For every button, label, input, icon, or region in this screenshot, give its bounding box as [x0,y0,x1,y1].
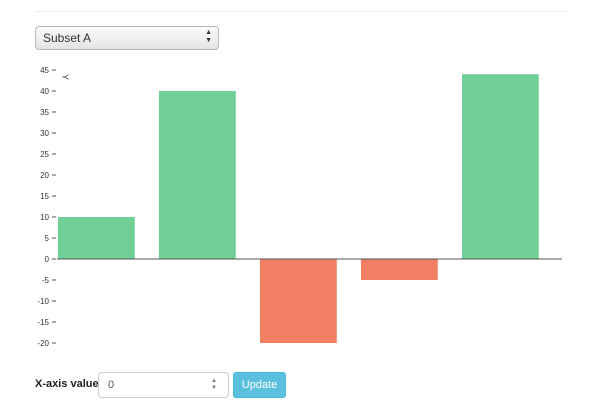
bar [159,91,236,259]
x-axis-value-label: X-axis value [35,378,99,390]
page: Subset A ▲ ▼ -20 -15 -10 -5 0 5 10 15 20 25 30 35 40 4… [0,0,600,400]
y-tick-label: 20 [40,171,49,180]
y-tick-label: 35 [40,108,49,117]
subset-select-value: Subset A [43,31,92,45]
y-tick-label: 10 [40,213,49,222]
y-tick-label: 40 [40,87,49,96]
bar [361,259,438,280]
updown-arrows-icon: ▲ ▼ [205,29,212,44]
y-tick-label: 15 [40,192,49,201]
y-tick-label: -5 [42,276,50,285]
y-tick-label: -10 [37,297,49,306]
x-axis-value-input[interactable] [98,372,229,398]
y-tick-label: 30 [40,129,49,138]
bar [260,259,337,343]
y-tick-label: 25 [40,150,49,159]
bar-chart: -20 -15 -10 -5 0 5 10 15 20 25 30 35 40 45 Y [37,66,562,348]
update-button[interactable]: Update [233,372,286,398]
number-spinner-icon[interactable]: ▲ ▼ [211,378,217,392]
y-tick-label: -20 [37,339,49,348]
y-tick-label: -15 [37,318,49,327]
subset-select[interactable]: Subset A ▲ ▼ [35,26,219,50]
y-axis-label: Y [60,74,70,80]
divider [35,11,567,12]
bar [462,74,539,259]
y-tick-label: 5 [45,234,50,243]
y-tick-label: 0 [45,255,50,264]
y-tick-label: 45 [40,66,49,75]
bar [58,217,135,259]
